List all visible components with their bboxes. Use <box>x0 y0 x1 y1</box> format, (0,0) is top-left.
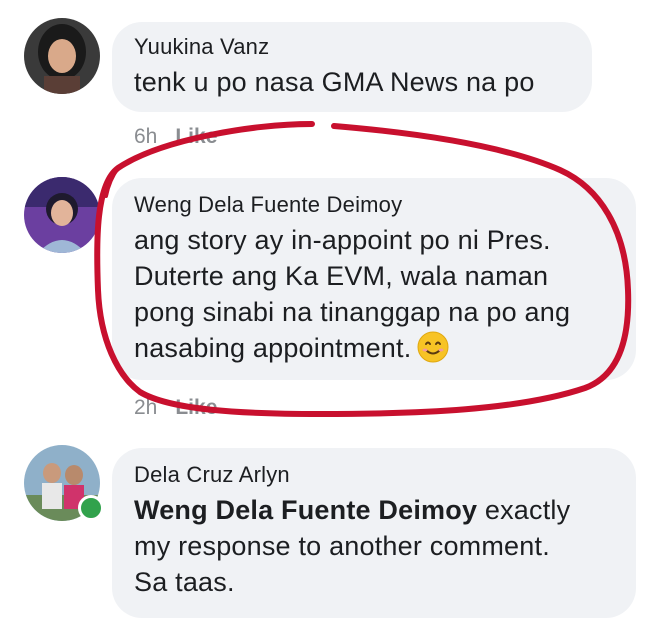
comment-text-line: Sa taas. <box>134 567 235 597</box>
smiling-face-emoji-icon <box>417 331 449 363</box>
comment-text-line: pong sinabi na tinanggap na po ang <box>134 297 571 327</box>
comment-timestamp[interactable]: 2h <box>134 396 157 420</box>
comment-text-line: Weng Dela Fuente Deimoy exactly <box>134 492 636 528</box>
comment-meta-1: 6h Like <box>134 125 217 149</box>
profile-photo-icon <box>24 18 100 94</box>
comment-text-fragment: exactly <box>477 495 571 525</box>
profile-photo-icon <box>24 177 100 253</box>
online-status-indicator <box>78 495 104 521</box>
comment-bubble-2: Weng Dela Fuente Deimoy ang story ay in-… <box>112 178 636 380</box>
like-button[interactable]: Like <box>175 396 217 420</box>
comment-text-line: ang story ay in-appoint po ni Pres. <box>134 225 551 255</box>
comment-text: tenk u po nasa GMA News na po <box>134 67 535 97</box>
comment-bubble-1: Yuukina Vanz tenk u po nasa GMA News na … <box>112 22 592 112</box>
comment-text-line: my response to another comment. <box>134 531 550 561</box>
avatar-yuukina-vanz[interactable] <box>24 18 100 94</box>
comment-text-fragment: nasabing appointment. <box>134 333 412 363</box>
comment-author[interactable]: Dela Cruz Arlyn <box>134 462 636 488</box>
comment-meta-2: 2h Like <box>134 396 217 420</box>
comment-text-line: nasabing appointment. <box>134 330 636 366</box>
comment-author[interactable]: Weng Dela Fuente Deimoy <box>134 192 636 218</box>
avatar-weng-dela-fuente-deimoy[interactable] <box>24 177 100 253</box>
comment-timestamp[interactable]: 6h <box>134 125 157 149</box>
comment-author[interactable]: Yuukina Vanz <box>134 34 592 60</box>
comment-text-line: Duterte ang Ka EVM, wala naman <box>134 261 549 291</box>
comment-bubble-3: Dela Cruz Arlyn Weng Dela Fuente Deimoy … <box>112 448 636 618</box>
like-button[interactable]: Like <box>175 125 217 149</box>
mention-link[interactable]: Weng Dela Fuente Deimoy <box>134 495 477 525</box>
